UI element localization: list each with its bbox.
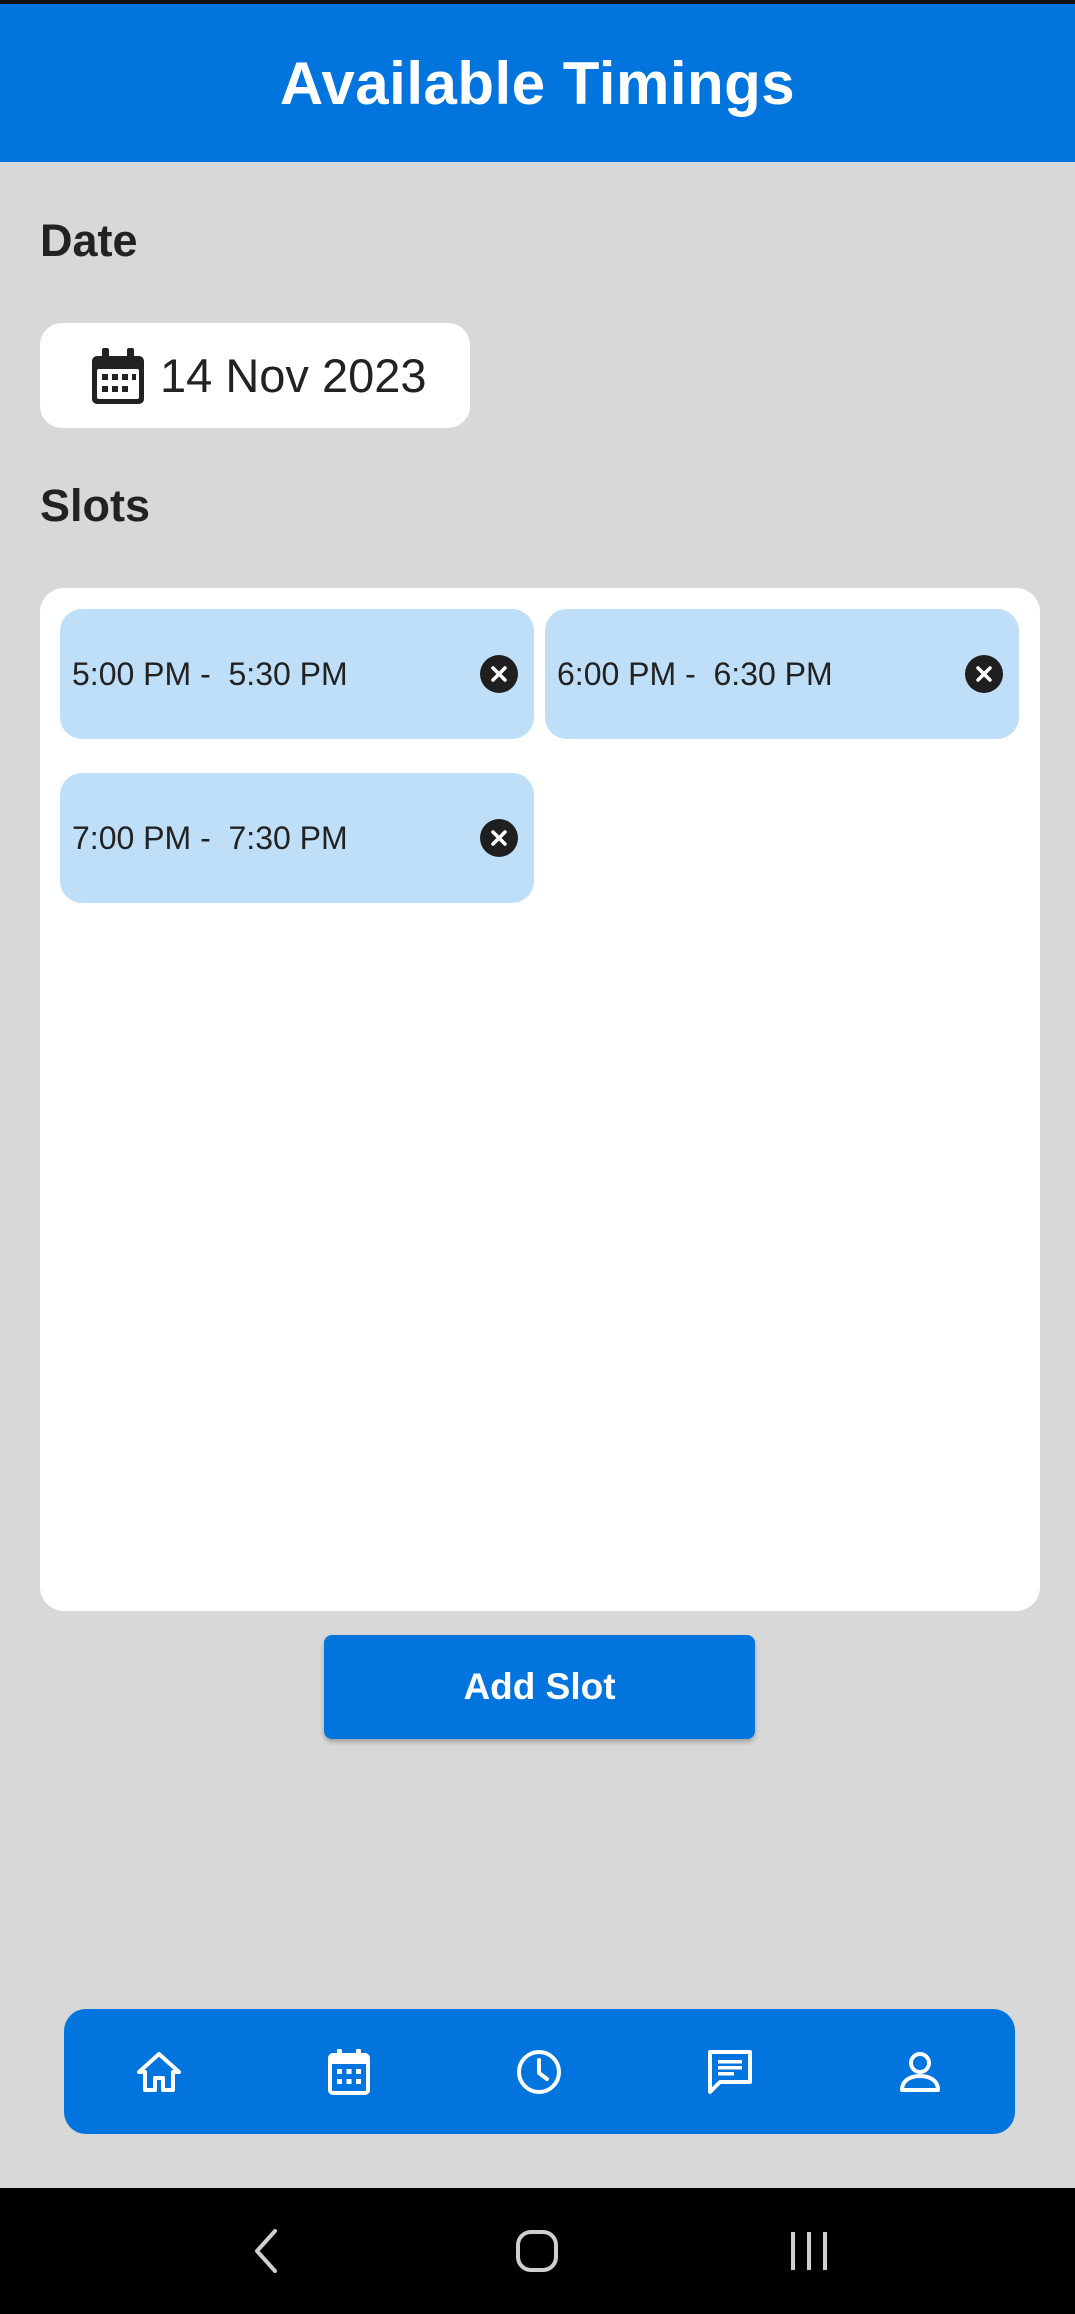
slot-chip[interactable]: 5:00 PM - 5:30 PM bbox=[60, 609, 534, 739]
chat-icon bbox=[707, 2049, 752, 2094]
slot-time-label: 6:00 PM - 6:30 PM bbox=[557, 655, 833, 692]
slot-time-label: 7:00 PM - 7:30 PM bbox=[72, 819, 348, 856]
date-picker[interactable]: 14 Nov 2023 bbox=[40, 323, 470, 428]
nav-profile[interactable] bbox=[870, 2022, 970, 2122]
calendar-icon bbox=[328, 2048, 371, 2095]
slot-chip[interactable]: 6:00 PM - 6:30 PM bbox=[545, 609, 1019, 739]
date-section-label: Date bbox=[40, 215, 138, 266]
selected-date: 14 Nov 2023 bbox=[160, 349, 427, 402]
add-slot-button[interactable]: Add Slot bbox=[324, 1635, 755, 1739]
profile-icon bbox=[899, 2051, 940, 2092]
slot-chip[interactable]: 7:00 PM - 7:30 PM bbox=[60, 773, 534, 903]
remove-slot-icon[interactable] bbox=[965, 655, 1003, 693]
nav-calendar[interactable] bbox=[299, 2022, 399, 2122]
bottom-nav bbox=[64, 2009, 1015, 2134]
recent-apps-icon bbox=[791, 2232, 828, 2270]
slots-section-label: Slots bbox=[40, 480, 151, 531]
home-icon bbox=[137, 2051, 182, 2092]
remove-slot-icon[interactable] bbox=[480, 655, 518, 693]
remove-slot-icon[interactable] bbox=[480, 819, 518, 857]
page-title: Available Timings bbox=[279, 49, 796, 117]
nav-clock[interactable] bbox=[489, 2022, 589, 2122]
nav-home[interactable] bbox=[109, 2022, 209, 2122]
system-back-button[interactable] bbox=[221, 2206, 311, 2296]
home-circle-icon bbox=[516, 2230, 559, 2272]
system-home-button[interactable] bbox=[492, 2206, 582, 2296]
app-header: Available Timings bbox=[0, 4, 1075, 162]
slots-panel: 5:00 PM - 5:30 PM 6:00 PM - 6:30 PM 7:00… bbox=[40, 588, 1040, 1611]
slot-time-label: 5:00 PM - 5:30 PM bbox=[72, 655, 348, 692]
system-recents-button[interactable] bbox=[764, 2206, 854, 2296]
system-nav-bar bbox=[0, 2188, 1075, 2314]
nav-chat[interactable] bbox=[680, 2022, 780, 2122]
back-icon bbox=[254, 2229, 277, 2273]
calendar-icon bbox=[92, 347, 144, 404]
clock-icon bbox=[517, 2049, 562, 2094]
